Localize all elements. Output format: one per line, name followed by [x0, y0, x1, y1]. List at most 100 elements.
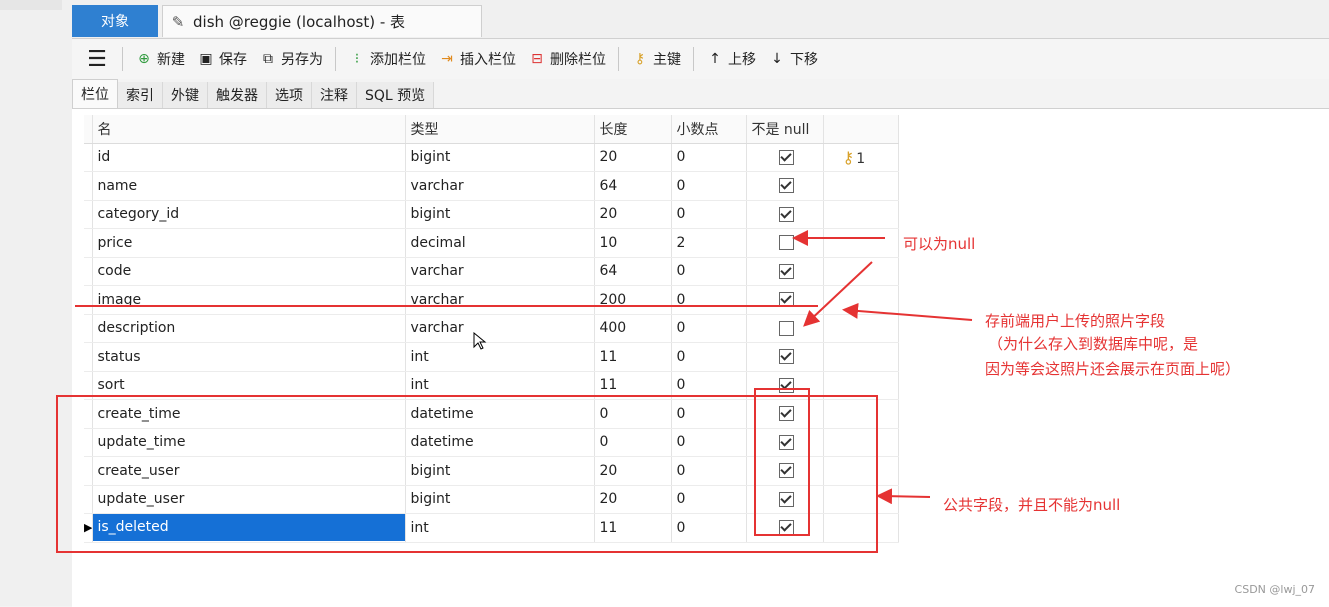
key-icon: ⚷ — [634, 51, 646, 67]
tab-comments[interactable]: 注释 — [312, 82, 357, 108]
cell-decimals[interactable]: 0 — [671, 200, 748, 229]
tab-sql-preview[interactable]: SQL 预览 — [357, 82, 435, 108]
arrow-up-icon: ↑ — [709, 51, 721, 67]
primary-key-button[interactable]: ⚷ 主键 — [625, 44, 687, 74]
cell-key — [823, 200, 900, 229]
insert-field-icon: ⇥ — [441, 51, 453, 67]
not-null-checkbox[interactable] — [779, 263, 795, 279]
cell-name[interactable]: name — [92, 171, 407, 201]
cell-length[interactable]: 11 — [594, 342, 673, 372]
tab-fields[interactable]: 栏位 — [72, 79, 118, 108]
cell-name[interactable]: image — [92, 285, 407, 315]
cell-name[interactable]: category_id — [92, 200, 407, 229]
not-null-checkbox[interactable] — [779, 149, 795, 165]
col-name-header[interactable]: 名 — [92, 115, 407, 144]
cell-key — [823, 228, 900, 258]
table-row[interactable]: price decimal 10 2 — [84, 228, 900, 258]
cell-type[interactable]: decimal — [405, 228, 596, 258]
cell-key: ⚷ 1 — [823, 143, 900, 172]
menu-icon[interactable]: ☰ — [78, 44, 116, 74]
cell-length[interactable]: 64 — [594, 257, 673, 286]
cell-length[interactable]: 20 — [594, 143, 673, 172]
not-null-checkbox[interactable] — [779, 206, 795, 222]
row-indicator — [84, 342, 94, 372]
mouse-cursor-icon — [473, 332, 487, 350]
cell-not-null — [746, 200, 825, 229]
cell-length[interactable]: 64 — [594, 171, 673, 201]
common-fields-note: 公共字段，并且不能为null — [943, 496, 1121, 514]
cell-name[interactable]: description — [92, 314, 407, 343]
tab-indexes[interactable]: 索引 — [118, 82, 163, 108]
row-indicator — [84, 200, 94, 229]
cell-decimals[interactable]: 0 — [671, 285, 748, 315]
tab-dish-table-label: dish @reggie (localhost) - 表 — [193, 13, 406, 31]
image-note-line1: 存前端用户上传的照片字段 — [985, 312, 1166, 330]
cell-not-null — [746, 257, 825, 286]
table-row[interactable]: description varchar 400 0 — [84, 314, 900, 343]
delete-field-icon: ⊟ — [531, 51, 543, 67]
tab-objects[interactable]: 对象 — [72, 5, 158, 37]
table-row[interactable]: image varchar 200 0 — [84, 285, 900, 315]
cell-key — [823, 314, 900, 343]
cell-type[interactable]: varchar — [405, 257, 596, 286]
cell-length[interactable]: 200 — [594, 285, 673, 315]
cell-type[interactable]: varchar — [405, 285, 596, 315]
not-null-checkbox[interactable] — [779, 349, 795, 365]
not-null-checkbox[interactable] — [779, 235, 795, 251]
cell-key — [823, 257, 900, 286]
cell-type[interactable]: varchar — [405, 171, 596, 201]
image-note-line2: （为什么存入到数据库中呢，是 — [988, 335, 1199, 353]
cell-decimals[interactable]: 2 — [671, 228, 748, 258]
new-button[interactable]: ⊕ 新建 — [129, 44, 191, 74]
cell-decimals[interactable]: 0 — [671, 257, 748, 286]
cell-not-null — [746, 342, 825, 372]
cell-name[interactable]: code — [92, 257, 407, 286]
cell-name[interactable]: price — [92, 228, 407, 258]
cell-type[interactable]: bigint — [405, 143, 596, 172]
cell-type[interactable]: bigint — [405, 200, 596, 229]
table-row[interactable]: category_id bigint 20 0 — [84, 200, 900, 229]
nullable-note: 可以为null — [903, 235, 976, 253]
cell-key — [823, 171, 900, 201]
add-field-button[interactable]: ⁝ 添加栏位 — [342, 44, 432, 74]
cell-decimals[interactable]: 0 — [671, 314, 748, 343]
cell-length[interactable]: 20 — [594, 200, 673, 229]
not-null-checkbox[interactable] — [779, 292, 795, 308]
cell-length[interactable]: 10 — [594, 228, 673, 258]
cell-name[interactable]: id — [92, 143, 407, 172]
cell-decimals[interactable]: 0 — [671, 143, 748, 172]
save-as-button[interactable]: ⧉ 另存为 — [253, 44, 329, 74]
move-down-button[interactable]: ↓ 下移 — [762, 44, 824, 74]
row-indicator — [84, 228, 94, 258]
col-type-header[interactable]: 类型 — [405, 115, 596, 144]
not-null-checkbox[interactable] — [779, 320, 795, 336]
table-row[interactable]: status int 11 0 — [84, 342, 900, 372]
cell-decimals[interactable]: 0 — [671, 342, 748, 372]
table-row[interactable]: name varchar 64 0 — [84, 171, 900, 201]
save-button[interactable]: ▣ 保存 — [191, 44, 253, 74]
table-row[interactable]: code varchar 64 0 — [84, 257, 900, 286]
delete-field-button[interactable]: ⊟ 删除栏位 — [522, 44, 612, 74]
cell-decimals[interactable]: 0 — [671, 171, 748, 201]
row-indicator — [84, 143, 94, 172]
cell-length[interactable]: 400 — [594, 314, 673, 343]
insert-field-button[interactable]: ⇥ 插入栏位 — [432, 44, 522, 74]
col-decimals-header[interactable]: 小数点 — [671, 115, 748, 144]
cell-type[interactable]: varchar — [405, 314, 596, 343]
save-icon: ▣ — [199, 51, 213, 67]
move-up-button[interactable]: ↑ 上移 — [700, 44, 762, 74]
cell-type[interactable]: int — [405, 342, 596, 372]
tab-foreign-keys[interactable]: 外键 — [163, 82, 208, 108]
toolbar: ☰ ⊕ 新建 ▣ 保存 ⧉ 另存为 ⁝ 添加栏位 ⇥ 插入栏位 ⊟ 删除栏位 ⚷ 主键 ↑ 上移… — [72, 39, 1329, 79]
table-row[interactable]: id bigint 20 0 ⚷ 1 — [84, 143, 900, 172]
tab-dish-table[interactable]: ✎ dish @reggie (localhost) - 表 — [162, 5, 482, 37]
add-field-icon: ⁝ — [354, 51, 360, 67]
cell-name[interactable]: status — [92, 342, 407, 372]
cell-not-null — [746, 171, 825, 201]
table-header: 名 类型 长度 小数点 不是 null — [84, 115, 900, 144]
not-null-checkbox[interactable] — [779, 178, 795, 194]
col-length-header[interactable]: 长度 — [594, 115, 673, 144]
col-not-null-header[interactable]: 不是 null — [746, 115, 825, 144]
tab-triggers[interactable]: 触发器 — [208, 82, 267, 108]
tab-options[interactable]: 选项 — [267, 82, 312, 108]
